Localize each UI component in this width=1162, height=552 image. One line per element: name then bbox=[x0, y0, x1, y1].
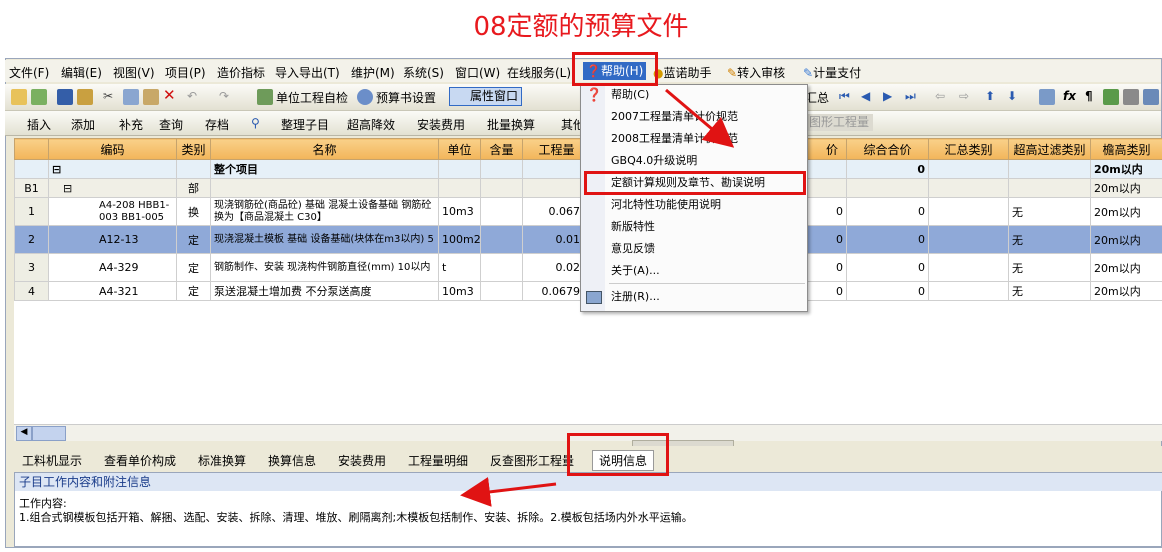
arrow-to-info bbox=[460, 476, 557, 507]
arrow-to-menu-item bbox=[665, 88, 735, 148]
annotation-arrows bbox=[460, 88, 735, 507]
